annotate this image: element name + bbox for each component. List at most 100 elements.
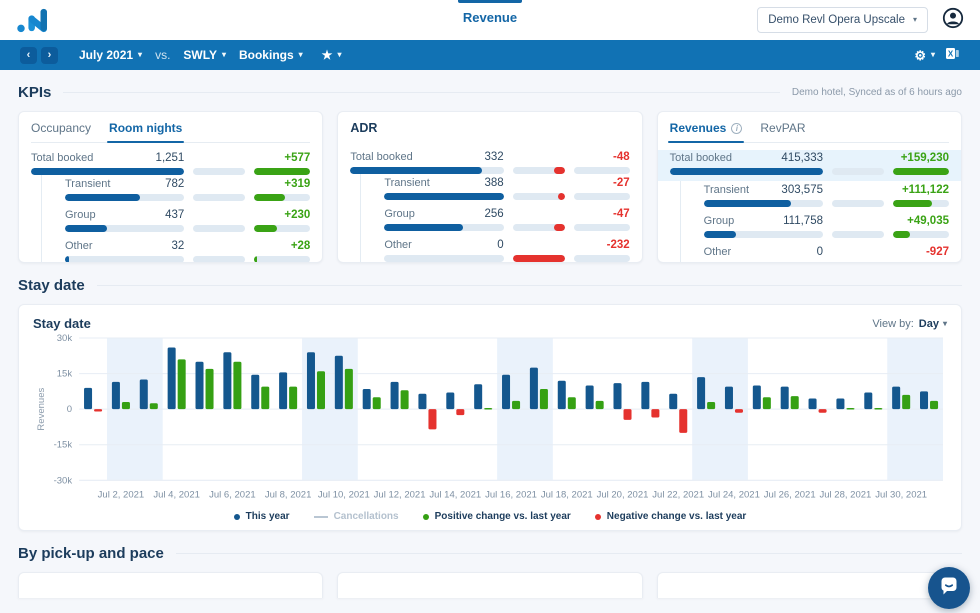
kpi-row-other[interactable]: Other0-232 [384, 236, 629, 263]
view-by-label: View by: [872, 318, 913, 330]
kpi-main-bar [384, 193, 503, 200]
kpi-row-label: Group [384, 208, 415, 220]
kpi-row-label: Total booked [31, 152, 93, 164]
kpi-row-group[interactable]: Group111,758+49,035 [704, 212, 949, 243]
kpi-row-bars [704, 262, 949, 263]
kpi-row-labelvalue: Transient388 [384, 177, 503, 189]
kpi-row-group[interactable]: Group256-47 [384, 205, 629, 236]
excel-export-icon[interactable]: X [945, 47, 960, 63]
kpi-main-bar [65, 225, 184, 232]
tab-revenues[interactable]: Revenuesi [670, 121, 743, 135]
view-by-dropdown[interactable]: Day ▾ [919, 318, 947, 330]
kpi-negative-change-bar [193, 194, 245, 201]
tab-occupancy[interactable]: Occupancy [31, 121, 91, 135]
legend-label: This year [246, 511, 290, 522]
favorites-dropdown[interactable]: ★ ▾ [322, 48, 342, 62]
kpi-main-bar-fill [384, 224, 463, 231]
active-tab-indicator [458, 0, 522, 3]
bar-change-jul-28 [846, 408, 854, 410]
pickup-card-stub [18, 572, 323, 598]
legend-item-negative-change-vs-last-year[interactable]: Negative change vs. last year [595, 511, 747, 522]
kpi-row-total-booked[interactable]: Total booked332-48 [338, 149, 641, 174]
kpi-row-transient[interactable]: Transient303,575+111,122 [704, 181, 949, 212]
bar-this-year-jul-11 [363, 389, 371, 409]
kpi-card-occupancy-room-nights: Occupancy Room nights Total booked1,251+57… [18, 111, 323, 263]
chat-launcher-button[interactable] [928, 567, 970, 609]
kpi-row-transient[interactable]: Transient782+319 [65, 175, 310, 206]
legend-line-marker [314, 516, 328, 518]
comparison-dropdown[interactable]: SWLY ▾ [183, 48, 226, 62]
bar-this-year-jul-22 [669, 394, 677, 409]
tab-revpar[interactable]: RevPAR [760, 121, 805, 135]
period-dropdown[interactable]: July 2021 ▾ [79, 48, 142, 62]
x-axis-tick: Jul 18, 2021 [541, 489, 593, 500]
kpi-row-labelvalue: Other0 [704, 246, 823, 258]
bar-change-jul-1 [94, 409, 102, 411]
app-logo-icon[interactable] [16, 7, 52, 33]
bar-change-jul-25 [763, 397, 771, 409]
kpi-row-group[interactable]: Group437+230 [65, 206, 310, 237]
divider [63, 92, 780, 93]
bar-change-jul-7 [261, 387, 269, 410]
kpi-main-bar-fill [704, 200, 791, 207]
kpi-row-change: -48 [574, 151, 630, 163]
next-period-button[interactable]: › [41, 47, 58, 64]
property-selector[interactable]: Demo Revl Opera Upscale ▾ [757, 7, 928, 33]
kpi-row-bars [65, 256, 310, 263]
kpi-negative-change-fill [554, 167, 565, 174]
legend-label: Cancellations [334, 511, 399, 522]
kpi-row-text: Group256-47 [384, 208, 629, 220]
kpi-negative-change-bar [513, 224, 565, 231]
kpi-row-value: 415,333 [781, 152, 823, 164]
bar-this-year-jul-29 [864, 393, 872, 410]
x-axis-tick: Jul 30, 2021 [875, 489, 927, 500]
bar-change-jul-17 [540, 389, 548, 409]
kpi-main-bar [704, 262, 823, 263]
kpi-row-total-booked[interactable]: Total booked1,251+577 [19, 150, 322, 175]
legend-item-positive-change-vs-last-year[interactable]: Positive change vs. last year [423, 511, 571, 522]
bar-this-year-jul-31 [920, 391, 928, 409]
kpi-row-other[interactable]: Other0-927 [704, 243, 949, 263]
legend-label: Positive change vs. last year [435, 511, 571, 522]
kpi-negative-change-bar [193, 225, 245, 232]
kpi-row-change: +159,230 [893, 152, 949, 164]
kpi-row-text: Transient782+319 [65, 178, 310, 190]
kpi-negative-change-bar [513, 167, 565, 174]
kpi-row-other[interactable]: Other32+28 [65, 237, 310, 263]
stay-date-bar-chart[interactable]: 30k15k0-15k-30kRevenuesJul 2, 2021Jul 4,… [33, 333, 947, 509]
kpi-main-bar [670, 168, 823, 175]
kpi-row-label: Other [704, 246, 732, 258]
y-axis-tick: 15k [57, 369, 73, 380]
kpi-main-bar [704, 231, 823, 238]
settings-dropdown[interactable]: ⚙ ▾ [914, 49, 935, 62]
tab-label: RevPAR [760, 121, 805, 135]
info-icon[interactable]: i [731, 123, 742, 134]
page-content: KPIs Demo hotel, Synced as of 6 hours ag… [0, 84, 980, 598]
tab-room-nights[interactable]: Room nights [109, 121, 182, 135]
bar-this-year-jul-18 [558, 381, 566, 409]
bar-change-jul-27 [819, 409, 827, 413]
legend-item-this-year[interactable]: This year [234, 511, 290, 522]
user-avatar-icon[interactable] [942, 7, 964, 34]
kpi-positive-change-bar [254, 256, 310, 263]
kpi-positive-change-bar [254, 194, 310, 201]
metric-dropdown[interactable]: Bookings ▾ [239, 48, 303, 62]
tab-revenue[interactable]: Revenue [463, 10, 517, 25]
kpi-main-bar [65, 194, 184, 201]
prev-period-button[interactable]: ‹ [20, 47, 37, 64]
pickup-card-stub [337, 572, 642, 598]
tab-label: Room nights [109, 121, 182, 135]
bar-change-jul-13 [428, 409, 436, 429]
x-axis-tick: Jul 16, 2021 [485, 489, 537, 500]
legend-item-cancellations[interactable]: Cancellations [314, 511, 399, 522]
bar-change-jul-9 [317, 371, 325, 409]
x-axis-tick: Jul 14, 2021 [429, 489, 481, 500]
kpi-row-total-booked[interactable]: Total booked415,333+159,230 [658, 150, 961, 181]
kpi-row-value: 0 [497, 239, 503, 251]
divider [176, 553, 962, 554]
kpi-positive-change-bar [254, 225, 310, 232]
bar-change-jul-23 [707, 402, 715, 409]
y-axis-label: Revenues [36, 388, 47, 431]
kpi-row-transient[interactable]: Transient388-27 [384, 174, 629, 205]
kpi-row-labelvalue: Group437 [65, 209, 184, 221]
